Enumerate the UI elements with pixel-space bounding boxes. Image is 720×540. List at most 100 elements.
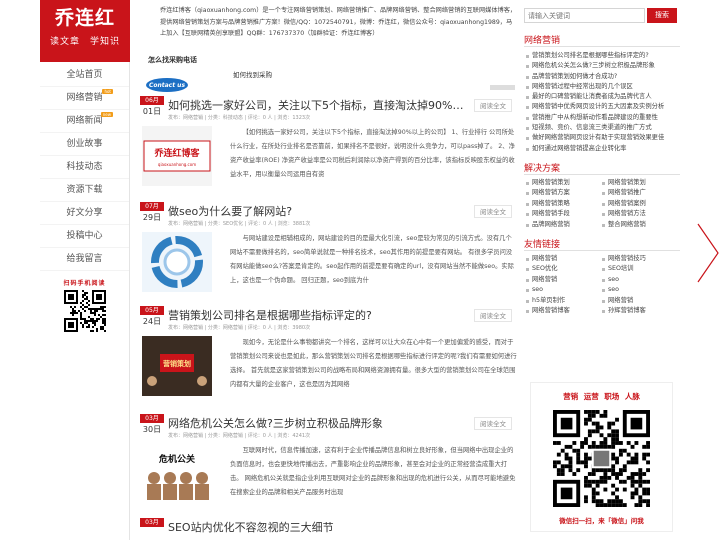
- article-thumbnail[interactable]: [142, 232, 212, 292]
- solution-link[interactable]: 网络营销策划: [524, 178, 600, 188]
- search-button[interactable]: 搜索: [647, 8, 677, 23]
- article-thumbnail[interactable]: 营销策划: [142, 336, 212, 396]
- solution-link[interactable]: 网络营销方案: [524, 188, 600, 198]
- network-marketing-link[interactable]: 网络营销中优秀网页设计的五大因素及实例分析: [524, 102, 680, 112]
- friend-link[interactable]: 网络营销: [600, 296, 676, 306]
- friend-link[interactable]: 孙辉营销博客: [600, 306, 676, 316]
- article-item: 06月 01日 如何挑选一家好公司，关注以下5个指标，直接淘汰掉90%以上... 阅读…: [140, 96, 518, 194]
- chevron-right-icon[interactable]: [694, 222, 720, 284]
- article-month: 07月: [140, 202, 164, 211]
- nav-item[interactable]: 资源下载: [40, 179, 129, 202]
- friend-link[interactable]: seo: [600, 275, 676, 285]
- solution-link[interactable]: 网络营销手段: [524, 209, 600, 219]
- nav-badge: new: [100, 112, 113, 117]
- article-date: 03月: [140, 518, 164, 527]
- article-title[interactable]: 网络危机公关怎么做?三步树立积极品牌形象: [168, 415, 468, 431]
- network-marketing-link[interactable]: 网络危机公关怎么做?三步树立积极品牌形象: [524, 61, 680, 71]
- article-item: 03月 30日 网络危机公关怎么做?三步树立积极品牌形象 阅读全文 发布：网络营销 | …: [140, 414, 518, 512]
- network-marketing-link[interactable]: 品牌营销策划如何做才合成功?: [524, 72, 680, 82]
- section-title-friend-links: 友情链接: [524, 237, 680, 251]
- scan-label: 扫码手机阅读: [63, 280, 106, 287]
- solution-link[interactable]: 整合网络营销: [600, 220, 676, 230]
- nav-item-label: 投稿中心: [66, 231, 103, 241]
- friend-link[interactable]: seo: [524, 285, 600, 295]
- nav-item[interactable]: 投稿中心: [40, 225, 129, 248]
- article-day: 24日: [142, 317, 162, 326]
- thumbnail-subtext: qiaoxuanhong.com: [158, 162, 196, 167]
- read-full-button[interactable]: 阅读全文: [474, 99, 512, 112]
- site-logo[interactable]: 乔连红 读文章 学知识: [40, 0, 130, 62]
- friend-link[interactable]: 网络营销技巧: [600, 254, 676, 264]
- blog-intro: 乔连红博客（qiaoxuanhong.com）是一个专注网络营销策划、网络营销推…: [145, 2, 520, 40]
- article-meta: 发布：网络营销 | 分类：科技动态 | 评论：0 人 | 浏览：1323次: [168, 115, 311, 121]
- solution-link[interactable]: 网络营销策划: [600, 178, 676, 188]
- article-header: 07月 29日 做seo为什么要了解网站? 阅读全文 发布：网络营销 | 分类：SEO优…: [140, 202, 518, 228]
- article-thumbnail[interactable]: 危机公关: [142, 444, 212, 504]
- article-month: 03月: [140, 518, 164, 527]
- article-title[interactable]: 营销策划公司排名是根据哪些指标评定的?: [168, 307, 468, 323]
- read-full-button[interactable]: 阅读全文: [474, 205, 512, 218]
- nav-item[interactable]: 网络新闻 new: [40, 110, 129, 133]
- nav-item-label: 科技动态: [66, 162, 103, 172]
- nav-item-label: 网络营销: [66, 93, 103, 103]
- friend-link[interactable]: 网络营销: [524, 275, 600, 285]
- article-item: 05月 24日 营销策划公司排名是根据哪些指标评定的? 阅读全文发布：网络营销 | 分…: [140, 306, 518, 404]
- article-title[interactable]: SEO站内优化不容忽视的三大细节: [168, 519, 468, 535]
- solution-link[interactable]: 品牌网络营销: [524, 220, 600, 230]
- article-header: 06月 01日 如何挑选一家好公司，关注以下5个指标，直接淘汰掉90%以上... 阅读…: [140, 96, 518, 122]
- network-marketing-link[interactable]: 如何通过网络营销提高企业转化率: [524, 144, 680, 154]
- article-excerpt: 互联网时代，信息传播加速，这有利于企业传播品牌信息和树立良好形象，但当网络中出现…: [230, 447, 516, 496]
- friend-link[interactable]: 网络营销: [524, 254, 600, 264]
- friend-link[interactable]: SEO优化: [524, 264, 600, 274]
- page: 乔连红 读文章 学知识 全站首页 网络营销 hot 网络新闻 new 创业故事 科技动态 资源…: [0, 0, 720, 540]
- network-marketing-link[interactable]: 做好网络营销网页设计有助于实现营销效果更佳: [524, 133, 680, 143]
- nav-item[interactable]: 科技动态: [40, 156, 129, 179]
- article-date: 07月 29日: [140, 202, 164, 224]
- nav-item-label: 网络新闻: [66, 116, 103, 126]
- nav-item[interactable]: 全站首页: [40, 64, 129, 87]
- article-thumbnail[interactable]: 乔连红博客 qiaoxuanhong.com: [142, 126, 212, 186]
- article-header: 03月 SEO站内优化不容忽视的三大细节: [140, 518, 518, 540]
- friend-links-list: 网络营销 网络营销技巧 SEO优化 SEO培训 网络营销 seo seo seo h5单页制作网…: [524, 254, 680, 316]
- solution-link[interactable]: 网络营销方法: [600, 209, 676, 219]
- article-day: 30日: [142, 425, 162, 434]
- article-title[interactable]: 做seo为什么要了解网站?: [168, 203, 468, 219]
- more-link[interactable]: [490, 85, 515, 90]
- network-marketing-link[interactable]: 短视频、竞价、信息流三类渠道的推广方式: [524, 123, 680, 133]
- network-marketing-link[interactable]: 营销策划公司排名是根据哪些指标评定的?: [524, 51, 680, 61]
- article-title[interactable]: 如何挑选一家好公司，关注以下5个指标，直接淘汰掉90%以上...: [168, 97, 468, 113]
- solution-link[interactable]: 网络营销案例: [600, 199, 676, 209]
- network-marketing-link[interactable]: 营销推广中从构想新动作看品牌建设的重要性: [524, 113, 680, 123]
- nav-item[interactable]: 给我留言: [40, 248, 129, 271]
- friend-link[interactable]: 网络营销博客: [524, 306, 600, 316]
- wechat-qr-code: [553, 410, 650, 507]
- friend-link[interactable]: seo: [600, 285, 676, 295]
- qr-card-caption: 微信扫一扫，来「微信」问我: [559, 517, 644, 525]
- solution-link[interactable]: 网络营销推广: [600, 188, 676, 198]
- article-body: 与网站建设是相辅相成的，网站建设的目的是最大化引流，seo是较为常见的引流方式。…: [140, 232, 518, 300]
- solution-link[interactable]: 网络营销策略: [524, 199, 600, 209]
- read-full-button[interactable]: 阅读全文: [474, 417, 512, 430]
- article-item: 03月 SEO站内优化不容忽视的三大细节: [140, 518, 518, 540]
- article-meta: 发布：网络营销 | 分类：网络营销 | 评论：0 人 | 浏览：4241次: [168, 433, 311, 439]
- article-body: 危机公关 互联网时代，信息传播加速，这有利于企业传播品牌信息和树立良好形象，但当网…: [140, 444, 518, 512]
- article-body: 乔连红博客 qiaoxuanhong.com 【如何挑选一家好公司，关注以下5个指标…: [140, 126, 518, 194]
- nav-item-label: 好文分享: [66, 208, 103, 218]
- search-input[interactable]: [524, 8, 645, 23]
- friend-link[interactable]: h5单页制作: [524, 296, 600, 306]
- nav-item[interactable]: 网络营销 hot: [40, 87, 129, 110]
- search-bar: 搜索: [520, 6, 680, 26]
- article-date: 05月 24日: [140, 306, 164, 328]
- article-meta: 发布：网络营销 | 分类：网络营销 | 评论：0 人 | 浏览：3980次: [168, 325, 311, 331]
- thumbnail-text: 营销策划: [163, 359, 191, 368]
- nav-badge: hot: [102, 89, 113, 94]
- right-sidebar: 搜索 网络营销 营销策划公司排名是根据哪些指标评定的?网络危机公关怎么做?三步树…: [520, 2, 680, 316]
- network-marketing-link[interactable]: 最好的口碑营销能让消费者成为品牌代言人: [524, 92, 680, 102]
- read-full-button[interactable]: 阅读全文: [474, 309, 512, 322]
- network-marketing-link[interactable]: 网络营销过程中经常出现的几个误区: [524, 82, 680, 92]
- contact-link[interactable]: 如何找到采购: [233, 69, 272, 79]
- friend-link[interactable]: SEO培训: [600, 264, 676, 274]
- nav-item[interactable]: 好文分享: [40, 202, 129, 225]
- article-day: 01日: [142, 107, 162, 116]
- nav-item[interactable]: 创业故事: [40, 133, 129, 156]
